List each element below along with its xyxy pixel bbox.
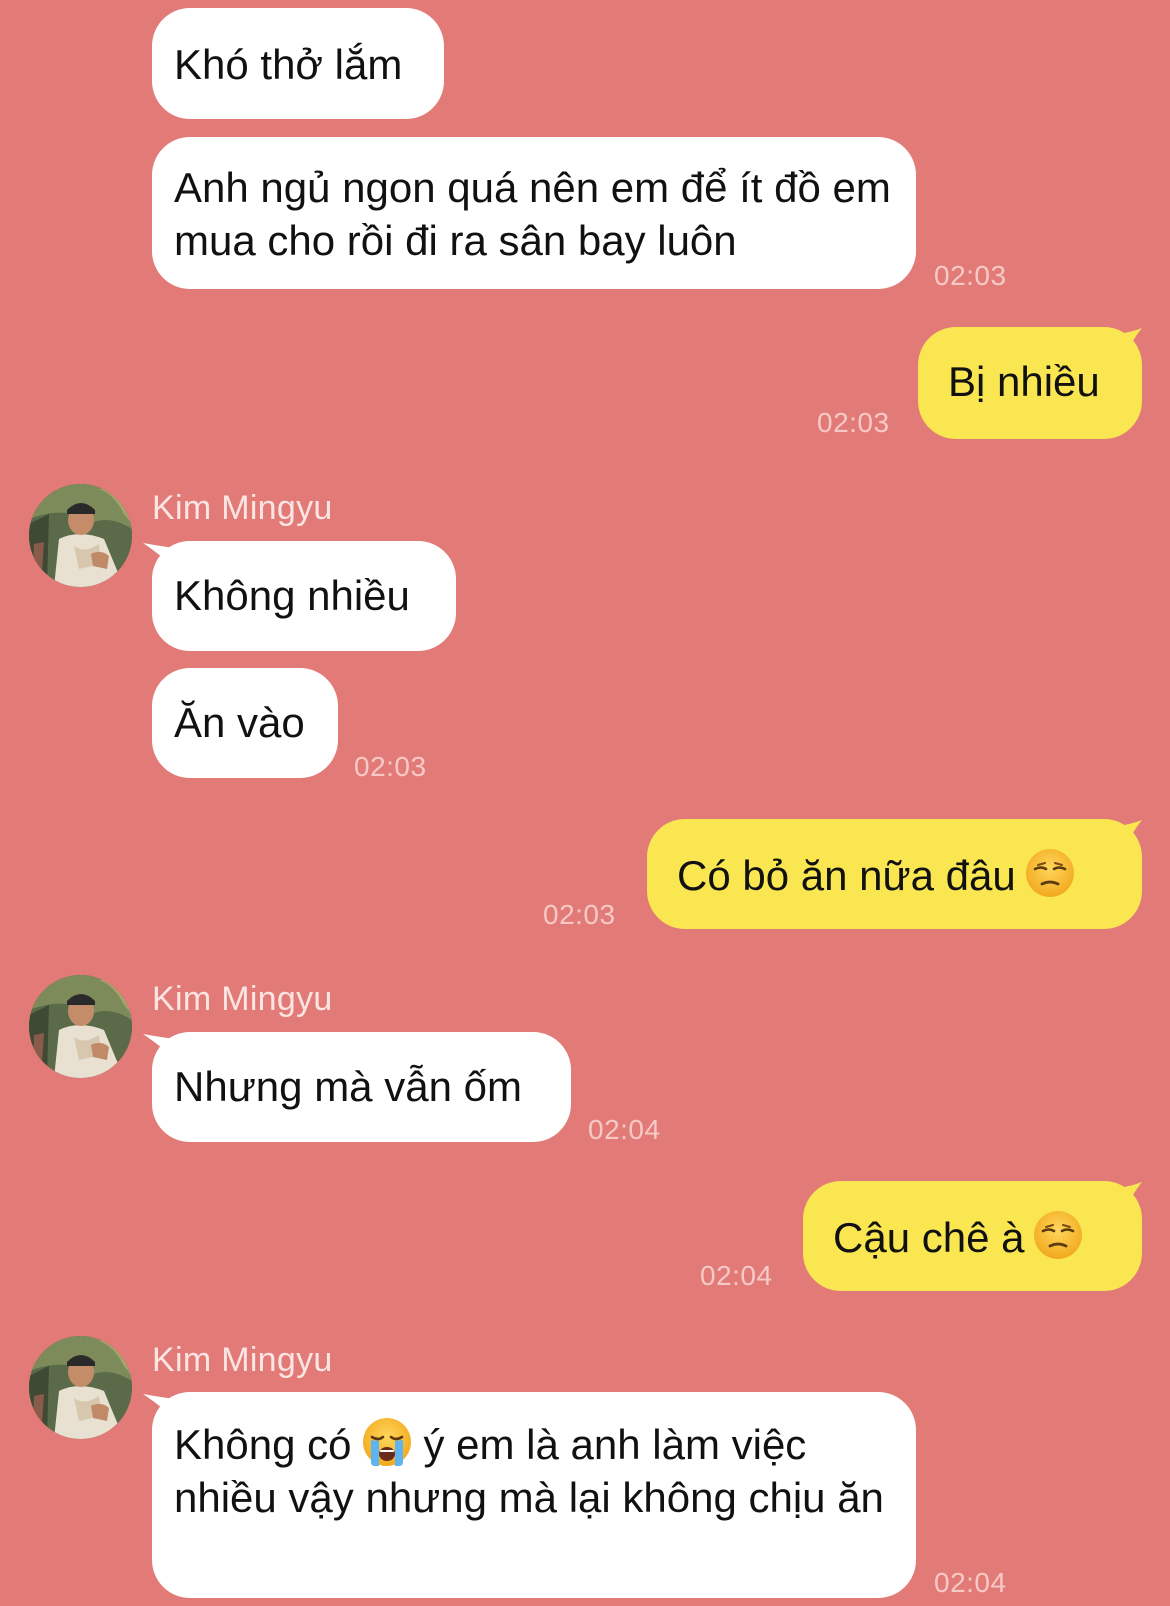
message-timestamp: 02:04 xyxy=(588,1114,661,1145)
message-timestamp: 02:03 xyxy=(543,899,616,930)
message-text: Ăn vào xyxy=(174,699,305,746)
unamused-face-emoji xyxy=(1032,1209,1084,1261)
incoming-message-bubble[interactable]: Khó thở lắm xyxy=(152,8,444,119)
unamused-face-emoji xyxy=(1024,847,1076,899)
loudly-crying-face-emoji xyxy=(361,1416,413,1468)
contact-avatar[interactable] xyxy=(29,484,132,587)
message-timestamp: 02:03 xyxy=(354,751,427,782)
message-text: Không có xyxy=(174,1421,352,1468)
message-text: Có bỏ ăn nữa đâu xyxy=(677,852,1016,899)
contact-avatar[interactable] xyxy=(29,1336,132,1439)
avatar-photo xyxy=(29,484,132,587)
message-text: Nhưng mà vẫn ốm xyxy=(174,1063,522,1110)
contact-avatar[interactable] xyxy=(29,975,132,1078)
message-timestamp: 02:03 xyxy=(934,260,1007,291)
sender-name: Kim Mingyu xyxy=(152,1341,333,1379)
outgoing-message-bubble[interactable]: Bị nhiều xyxy=(918,327,1142,439)
avatar-photo xyxy=(29,975,132,1078)
incoming-message-bubble[interactable]: Ăn vào xyxy=(152,668,338,778)
bubble-tail xyxy=(1118,820,1142,844)
message-timestamp: 02:03 xyxy=(817,407,890,438)
outgoing-message-bubble[interactable]: Có bỏ ăn nữa đâu xyxy=(647,819,1142,929)
outgoing-message-bubble[interactable]: Cậu chê à xyxy=(803,1181,1142,1291)
message-text: Bị nhiều xyxy=(948,358,1100,405)
bubble-tail xyxy=(1118,328,1142,352)
message-timestamp: 02:04 xyxy=(934,1567,1007,1598)
incoming-message-bubble[interactable]: Không có ý em là anh làm việc nhiều vậy n… xyxy=(152,1392,916,1598)
incoming-message-bubble[interactable]: Nhưng mà vẫn ốm xyxy=(152,1032,571,1142)
message-text: Không nhiều xyxy=(174,572,410,619)
sender-name: Kim Mingyu xyxy=(152,980,333,1018)
sender-name: Kim Mingyu xyxy=(152,489,333,527)
message-text: Cậu chê à xyxy=(833,1214,1025,1261)
incoming-message-bubble[interactable]: Không nhiều xyxy=(152,541,456,651)
incoming-message-bubble[interactable]: Anh ngủ ngon quá nên em để ít đồ em mua … xyxy=(152,137,916,289)
message-timestamp: 02:04 xyxy=(700,1260,773,1291)
message-text: Anh ngủ ngon quá nên em để ít đồ em mua … xyxy=(174,164,891,264)
chat-thread[interactable]: Khó thở lắm Anh ngủ ngon quá nên em để í… xyxy=(0,0,1170,1606)
message-text: Khó thở lắm xyxy=(174,41,403,88)
avatar-photo xyxy=(29,1336,132,1439)
bubble-tail xyxy=(1118,1182,1142,1206)
